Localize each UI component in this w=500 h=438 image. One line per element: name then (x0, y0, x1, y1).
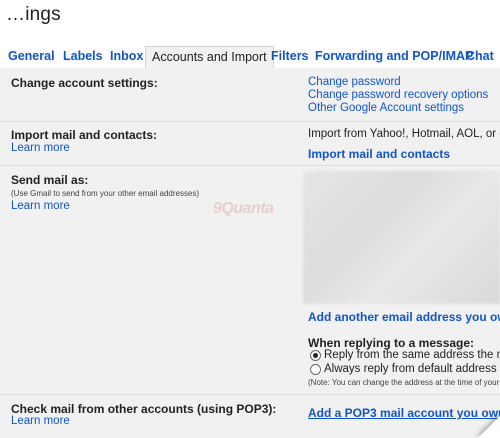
reply-same-address-radio[interactable] (310, 350, 321, 361)
watermark-logo: 9Quanta (213, 200, 274, 217)
tab-chat[interactable]: Chat (466, 49, 494, 63)
change-password-link[interactable]: Change password (308, 76, 401, 88)
tab-general[interactable]: General (8, 49, 55, 63)
check-mail-label: Check mail from other accounts (using PO… (11, 402, 277, 416)
section-divider (0, 121, 500, 122)
tab-labels[interactable]: Labels (63, 49, 103, 63)
reply-same-address-label: Reply from the same address the mes (324, 349, 500, 361)
reply-note: (Note: You can change the address at the… (308, 378, 500, 387)
import-mail-label: Import mail and contacts: (11, 128, 158, 142)
page-curl-decoration (478, 416, 500, 438)
tab-accounts-and-import[interactable]: Accounts and Import (145, 46, 274, 68)
import-mail-contacts-link[interactable]: Import mail and contacts (308, 147, 450, 161)
tab-forwarding-pop-imap[interactable]: Forwarding and POP/IMAP (315, 49, 473, 63)
send-mail-sublabel: (Use Gmail to send from your other email… (11, 189, 200, 198)
tab-filters[interactable]: Filters (271, 49, 309, 63)
reply-default-address-label: Always reply from default address (cur (324, 363, 500, 375)
check-mail-learn-more-link[interactable]: Learn more (11, 415, 70, 427)
reply-heading: When replying to a message: (308, 336, 475, 350)
section-divider (0, 165, 500, 166)
blurred-email-list (303, 171, 500, 304)
other-google-account-settings-link[interactable]: Other Google Account settings (308, 102, 464, 114)
section-divider (0, 394, 500, 395)
tab-inbox[interactable]: Inbox (110, 49, 143, 63)
settings-tabs: General Labels Inbox Accounts and Import… (0, 46, 500, 69)
page-title: …ings (6, 4, 61, 25)
import-learn-more-link[interactable]: Learn more (11, 142, 70, 154)
reply-default-address-radio[interactable] (310, 364, 321, 375)
send-mail-label: Send mail as: (11, 173, 89, 187)
import-description: Import from Yahoo!, Hotmail, AOL, or oth (308, 128, 500, 140)
change-account-label: Change account settings: (11, 76, 158, 90)
add-email-address-link[interactable]: Add another email address you own (308, 310, 500, 324)
change-recovery-options-link[interactable]: Change password recovery options (308, 89, 488, 101)
add-pop3-account-link[interactable]: Add a POP3 mail account you own (308, 406, 500, 420)
send-mail-learn-more-link[interactable]: Learn more (11, 200, 70, 212)
